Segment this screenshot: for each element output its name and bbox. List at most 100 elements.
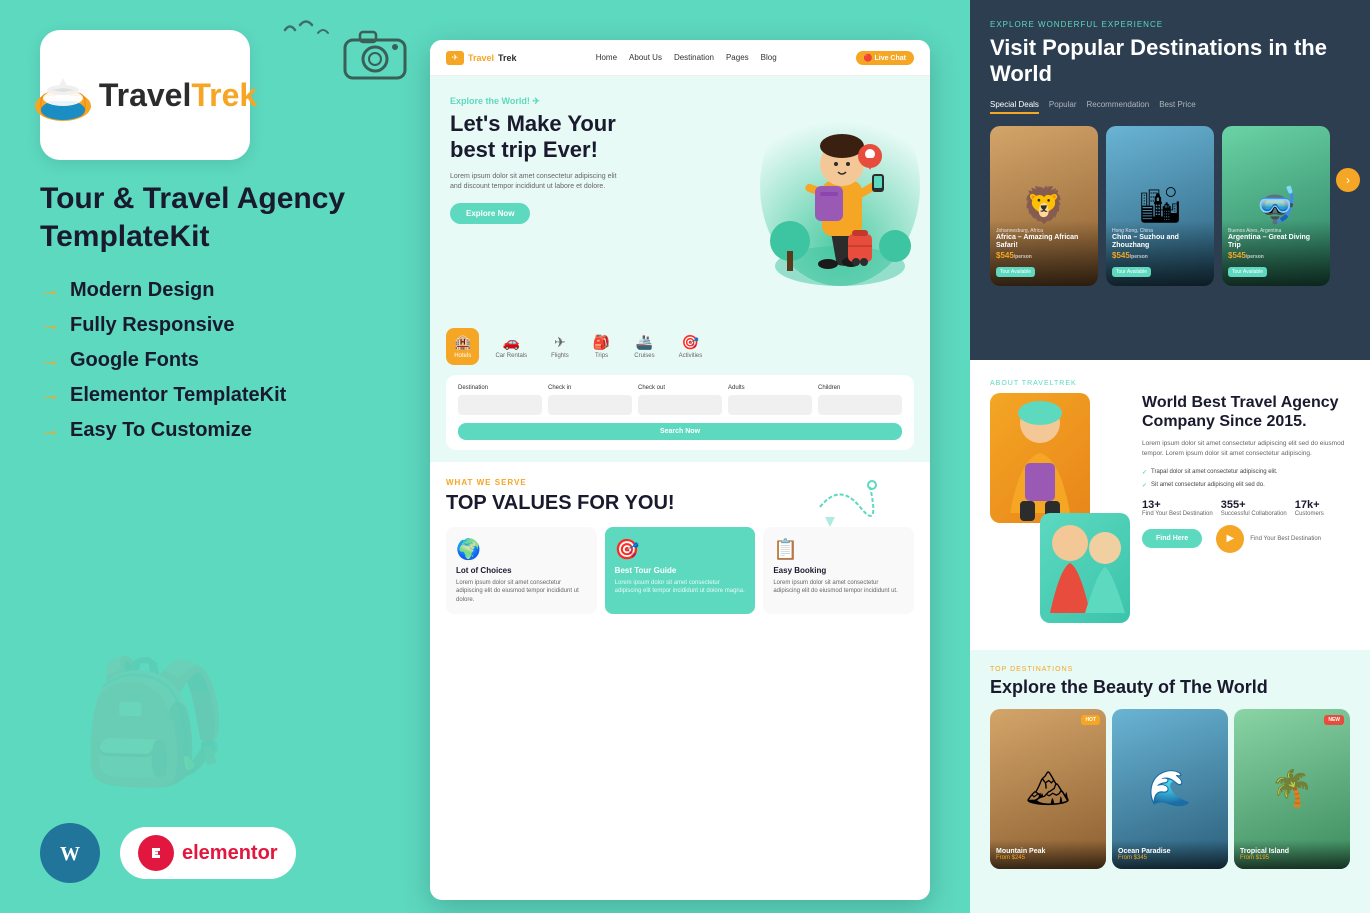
tab-cruises[interactable]: 🚢 Cruises xyxy=(626,328,662,365)
explore-grid: 🏔 HOT Mountain Peak From $245 🌊 Ocean Pa… xyxy=(990,709,1350,869)
explore-title: Explore the Beauty of The World xyxy=(990,677,1350,699)
bottom-logos: W elementor xyxy=(40,823,390,883)
preview-nav-links: Home About Us Destination Pages Blog xyxy=(596,53,777,62)
explore-card-2: 🌊 Ocean Paradise From $345 xyxy=(1112,709,1228,869)
website-preview: ✈ TravelTrek Home About Us Destination P… xyxy=(430,40,930,900)
dest-tab-best-price[interactable]: Best Price xyxy=(1159,100,1195,114)
about-title: World Best Travel Agency Company Since 2… xyxy=(1142,393,1350,431)
about-desc: Lorem ipsum dolor sit amet consectetur a… xyxy=(1142,439,1350,459)
children-input[interactable] xyxy=(818,395,902,415)
elementor-e-icon xyxy=(138,835,174,871)
tab-car-rentals[interactable]: 🚗 Car Rentals xyxy=(487,328,535,365)
checkin-input[interactable] xyxy=(548,395,632,415)
destinations-section: EXPLORE WONDERFUL EXPERIENCE Visit Popul… xyxy=(970,0,1370,360)
dest-tab-popular[interactable]: Popular xyxy=(1049,100,1077,114)
hero-title: Let's Make Your best trip Ever! xyxy=(450,111,650,164)
backpack-doodle: 🎒 xyxy=(80,653,229,793)
explore-badge-1: HOT xyxy=(1081,715,1100,725)
feature-customize: → Easy To Customize xyxy=(40,419,390,442)
arrow-icon-1: → xyxy=(40,279,60,302)
right-panel: EXPLORE WONDERFUL EXPERIENCE Visit Popul… xyxy=(970,0,1370,913)
left-panel: TravelTrek Tour & Travel Agency Template… xyxy=(0,0,430,913)
about-section: ABOUT TRAVELTREK xyxy=(970,360,1370,650)
booking-title: Easy Booking xyxy=(773,566,904,575)
dest-title: Visit Popular Destinations in the World xyxy=(990,35,1350,88)
choices-icon: 🌍 xyxy=(456,537,587,562)
hero-desc: Lorem ipsum dolor sit amet consectetur a… xyxy=(450,172,630,192)
tab-hotels[interactable]: 🏨 Hotels xyxy=(446,328,479,365)
booking-desc: Lorem ipsum dolor sit amet consectetur a… xyxy=(773,579,904,596)
stat-destinations: 13+ Find Your Best Destination xyxy=(1142,499,1213,517)
dest-card-china: 🏙 Hong Kong, China China – Suzhou and Zh… xyxy=(1106,126,1214,286)
preview-nav-cta: 🔴 Live Chat xyxy=(856,51,914,65)
about-stats: 13+ Find Your Best Destination 355+ Succ… xyxy=(1142,499,1350,517)
about-images xyxy=(990,393,1130,623)
about-label: ABOUT TRAVELTREK xyxy=(990,380,1350,387)
explore-badge-3: NEW xyxy=(1324,715,1344,725)
preview-nav: ✈ TravelTrek Home About Us Destination P… xyxy=(430,40,930,76)
form-inputs xyxy=(458,395,902,415)
arrow-icon-4: → xyxy=(40,384,60,407)
guide-icon: 🎯 xyxy=(615,537,746,562)
dest-card-africa: 🦁 Johannesburg, Africa Africa – Amazing … xyxy=(990,126,1098,286)
preview-hero: Explore the World! ✈ Let's Make Your bes… xyxy=(430,76,930,316)
explore-card-1: 🏔 HOT Mountain Peak From $245 xyxy=(990,709,1106,869)
find-here-button[interactable]: Find Here xyxy=(1142,529,1202,548)
tab-activities[interactable]: 🎯 Activities xyxy=(671,328,711,365)
feature-elementor: → Elementor TemplateKit xyxy=(40,384,390,407)
feature-google-fonts: → Google Fonts xyxy=(40,349,390,372)
choices-title: Lot of Choices xyxy=(456,566,587,575)
tab-flights[interactable]: ✈ Flights xyxy=(543,328,577,365)
hero-cta-button[interactable]: Explore Now xyxy=(450,203,530,224)
arrow-icon-5: → xyxy=(40,419,60,442)
elementor-label: elementor xyxy=(182,842,278,865)
birds-doodle xyxy=(280,15,340,51)
about-img-secondary xyxy=(1040,513,1130,623)
destination-input[interactable] xyxy=(458,395,542,415)
arrow-icon-2: → xyxy=(40,314,60,337)
values-section: WHAT WE SERVE TOP VALUES FOR YOU! 🌍 Lot … xyxy=(430,462,930,630)
stat-customers: 17k+ Customers xyxy=(1295,499,1324,517)
choices-desc: Lorem ipsum dolor sit amet consectetur a… xyxy=(456,579,587,604)
value-card-choices: 🌍 Lot of Choices Lorem ipsum dolor sit a… xyxy=(446,527,597,614)
dest-label: EXPLORE WONDERFUL EXPERIENCE xyxy=(990,20,1350,29)
camera-doodle xyxy=(340,20,410,92)
about-img-main xyxy=(990,393,1090,523)
brand-name-travel: Travel xyxy=(99,77,192,113)
booking-form: Destination Check in Check out Adults Ch… xyxy=(446,375,914,450)
tagline: Tour & Travel Agency TemplateKit xyxy=(40,180,390,255)
about-text: World Best Travel Agency Company Since 2… xyxy=(1142,393,1350,623)
value-card-guide: 🎯 Best Tour Guide Lorem ipsum dolor sit … xyxy=(605,527,756,614)
search-button[interactable]: Search Now xyxy=(458,423,902,440)
dest-tab-recommendation[interactable]: Recommendation xyxy=(1087,100,1150,114)
about-content: World Best Travel Agency Company Since 2… xyxy=(990,393,1350,623)
dest-tabs: Special Deals Popular Recommendation Bes… xyxy=(990,100,1350,114)
checkout-input[interactable] xyxy=(638,395,722,415)
dest-next-arrow[interactable]: › xyxy=(1336,168,1360,192)
stat-collaboration: 355+ Successful Collaboration xyxy=(1221,499,1287,517)
booking-tabs: 🏨 Hotels 🚗 Car Rentals ✈ Flights 🎒 Trips… xyxy=(446,328,914,365)
brand-name-trek: Trek xyxy=(191,77,257,113)
dest-card-argentina: 🤿 Buenos Aires, Argentina Argentina – Gr… xyxy=(1222,126,1330,286)
hero-illustration xyxy=(760,86,920,286)
explore-section: TOP DESTINATIONS Explore the Beauty of T… xyxy=(970,650,1370,913)
explore-card-3: 🌴 NEW Tropical Island From $195 xyxy=(1234,709,1350,869)
dest-tab-special[interactable]: Special Deals xyxy=(990,100,1039,114)
tab-trips[interactable]: 🎒 Trips xyxy=(585,328,618,365)
dest-cards: 🦁 Johannesburg, Africa Africa – Amazing … xyxy=(990,126,1350,286)
features-list: → Modern Design → Fully Responsive → Goo… xyxy=(40,279,390,454)
form-labels: Destination Check in Check out Adults Ch… xyxy=(458,385,902,391)
wordpress-logo: W xyxy=(40,823,100,883)
arrow-icon-3: → xyxy=(40,349,60,372)
feature-modern-design: → Modern Design xyxy=(40,279,390,302)
elementor-logo: elementor xyxy=(120,827,296,879)
explore-label: TOP DESTINATIONS xyxy=(990,666,1350,673)
feature-responsive: → Fully Responsive xyxy=(40,314,390,337)
preview-nav-logo: ✈ TravelTrek xyxy=(446,51,517,65)
guide-desc: Lorem ipsum dolor sit amet consectetur a… xyxy=(615,579,746,596)
svg-text:W: W xyxy=(60,843,80,865)
play-button[interactable]: ▶ xyxy=(1216,525,1244,553)
adults-input[interactable] xyxy=(728,395,812,415)
logo-card: TravelTrek xyxy=(40,30,250,160)
booking-section: 🏨 Hotels 🚗 Car Rentals ✈ Flights 🎒 Trips… xyxy=(430,316,930,462)
